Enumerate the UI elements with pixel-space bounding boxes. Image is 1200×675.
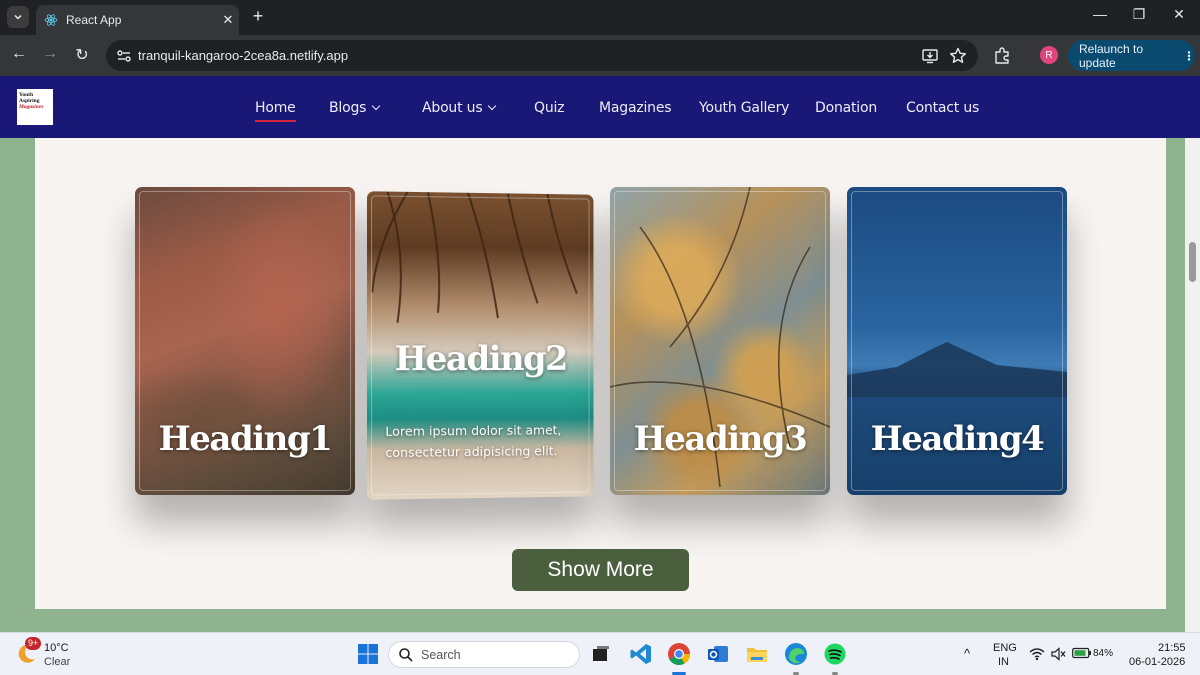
volume-muted-icon[interactable]	[1051, 647, 1067, 661]
weather-badge: 9+	[25, 637, 42, 650]
search-placeholder: Search	[421, 648, 461, 662]
card-heading: Heading4	[870, 419, 1045, 459]
relaunch-label: Relaunch to update	[1079, 41, 1144, 70]
tab-search-icon[interactable]	[7, 6, 29, 28]
nav-about-us[interactable]: About us	[422, 100, 497, 116]
nav-about-label: About us	[422, 100, 483, 116]
chevron-down-icon	[488, 101, 497, 111]
new-tab-button[interactable]: +	[248, 6, 268, 27]
site-logo[interactable]: Youth Aspiring Magazines	[17, 89, 53, 125]
tab-close-icon[interactable]: ✕	[217, 12, 239, 28]
nav-contact-label: Contact us	[906, 100, 980, 116]
card-heading: Heading2	[394, 338, 567, 380]
card-text: Lorem ipsum dolor sit amet, consectetur …	[385, 422, 562, 461]
forward-button[interactable]: →	[39, 45, 61, 63]
windows-taskbar: 9+ 10°C Clear Search ^ ENG IN 84% 21:55 …	[0, 632, 1200, 675]
card-2[interactable]: Heading2 Lorem ipsum dolor sit amet, con…	[366, 191, 594, 500]
clock-time[interactable]: 21:55	[1158, 642, 1186, 654]
menu-dots-icon[interactable]: ⋮	[1183, 49, 1195, 63]
language-code[interactable]: ENG	[993, 642, 1017, 654]
nav-quiz-label: Quiz	[534, 100, 565, 116]
close-window-button[interactable]: ✕	[1164, 6, 1194, 23]
card-heading: Heading3	[633, 419, 808, 459]
outlook-icon[interactable]	[705, 641, 731, 667]
site-navbar: Youth Aspiring Magazines Home Blogs Abou…	[0, 76, 1200, 138]
nav-home[interactable]: Home	[255, 100, 296, 122]
spotify-icon[interactable]	[822, 641, 848, 667]
address-bar[interactable]: tranquil-kangaroo-2cea8a.netlify.app	[106, 40, 978, 71]
taskbar-search-box[interactable]: Search	[388, 641, 580, 668]
card-1[interactable]: Heading1	[135, 187, 355, 495]
windows-start-icon[interactable]	[355, 641, 381, 667]
show-more-button[interactable]: Show More	[512, 549, 689, 591]
install-app-icon[interactable]	[920, 46, 940, 66]
logo-line-3: Magazines	[19, 104, 44, 110]
scrollbar-thumb[interactable]	[1189, 242, 1196, 282]
nav-magazines-label: Magazines	[599, 100, 672, 116]
card-heading: Heading1	[158, 419, 333, 459]
star-icon[interactable]	[948, 46, 968, 66]
weather-temperature: 10°C	[44, 642, 69, 654]
site-info-icon[interactable]	[114, 46, 134, 66]
restore-button[interactable]: ❐	[1124, 6, 1154, 23]
battery-icon[interactable]	[1072, 647, 1092, 659]
file-explorer-icon[interactable]	[744, 641, 770, 667]
browser-toolbar: ← → ↻ tranquil-kangaroo-2cea8a.netlify.a…	[0, 35, 1200, 76]
nav-blogs[interactable]: Blogs	[329, 100, 381, 116]
url-text: tranquil-kangaroo-2cea8a.netlify.app	[138, 48, 349, 63]
nav-quiz[interactable]: Quiz	[534, 100, 565, 116]
chrome-icon[interactable]	[666, 641, 692, 667]
clock-date[interactable]: 06-01-2026	[1129, 656, 1185, 668]
card-3[interactable]: Heading3	[610, 187, 830, 495]
chevron-down-icon	[372, 101, 381, 111]
tab-title: React App	[66, 13, 122, 27]
battery-percentage: 84%	[1093, 648, 1114, 659]
language-region[interactable]: IN	[998, 656, 1009, 668]
extensions-icon[interactable]	[992, 45, 1012, 65]
minimize-button[interactable]: —	[1085, 6, 1115, 22]
nav-youth-gallery-label: Youth Gallery	[699, 100, 790, 116]
nav-magazines[interactable]: Magazines	[599, 100, 672, 116]
weather-condition: Clear	[44, 656, 71, 668]
relaunch-to-update-button[interactable]: Relaunch to update ⋮	[1068, 40, 1195, 71]
page-scrollbar[interactable]	[1185, 138, 1200, 632]
react-favicon-icon	[44, 14, 58, 26]
back-button[interactable]: ←	[8, 45, 30, 63]
task-view-icon[interactable]	[588, 641, 614, 667]
profile-avatar[interactable]: R	[1040, 46, 1058, 64]
search-icon	[399, 648, 413, 662]
nav-donation[interactable]: Donation	[815, 100, 877, 116]
show-hidden-icons-chevron[interactable]: ^	[964, 646, 970, 661]
nav-donation-label: Donation	[815, 100, 878, 116]
nav-home-label: Home	[255, 100, 296, 116]
reload-button[interactable]: ↻	[71, 45, 93, 65]
card-4[interactable]: Heading4	[847, 187, 1067, 495]
vscode-icon[interactable]	[628, 641, 654, 667]
nav-blogs-label: Blogs	[329, 100, 367, 116]
nav-contact-us[interactable]: Contact us	[906, 100, 979, 116]
nav-youth-gallery[interactable]: Youth Gallery	[699, 100, 789, 116]
wifi-icon[interactable]	[1029, 647, 1045, 661]
edge-icon[interactable]	[783, 641, 809, 667]
tab-strip: React App ✕ + — ❐ ✕	[0, 0, 1200, 35]
browser-tab[interactable]: React App ✕	[36, 5, 239, 35]
